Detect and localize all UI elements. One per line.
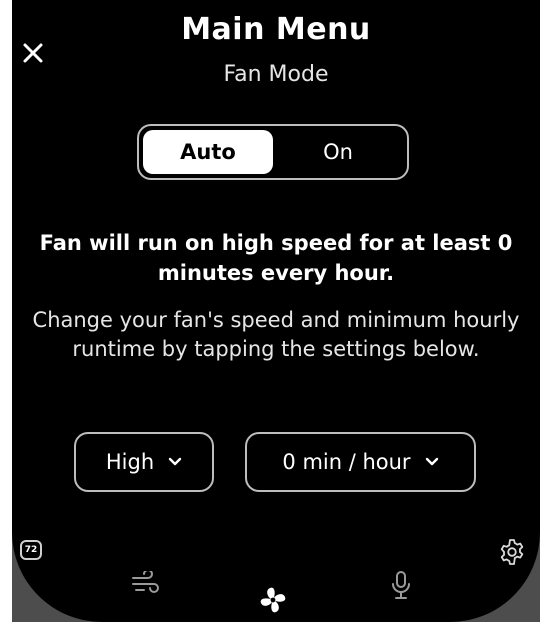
fan-icon[interactable] [257, 584, 289, 616]
toggle-on[interactable]: On [273, 130, 403, 174]
toggle-auto[interactable]: Auto [143, 130, 273, 174]
microphone-icon[interactable] [390, 570, 412, 602]
gear-icon[interactable] [498, 538, 526, 566]
fan-status-headline: Fan will run on high speed for at least … [39, 231, 513, 285]
page-subtitle: Fan Mode [223, 62, 329, 87]
runtime-value: 0 min / hour [282, 450, 411, 474]
page-title: Main Menu [181, 12, 371, 47]
speed-dropdown[interactable]: High [74, 432, 214, 492]
wind-icon[interactable] [130, 571, 160, 597]
chevron-down-icon [168, 457, 182, 466]
speed-value: High [105, 450, 155, 474]
chevron-down-icon [425, 457, 438, 466]
fan-mode-toggle: Auto On [137, 124, 409, 180]
runtime-dropdown[interactable]: 0 min / hour [245, 432, 476, 492]
temperature-badge: 72 [20, 540, 42, 560]
thermostat-screen: Main Menu Fan Mode Auto On Fan will run … [12, 0, 540, 622]
fan-status-description: Change your fan's speed and minimum hour… [32, 308, 520, 361]
